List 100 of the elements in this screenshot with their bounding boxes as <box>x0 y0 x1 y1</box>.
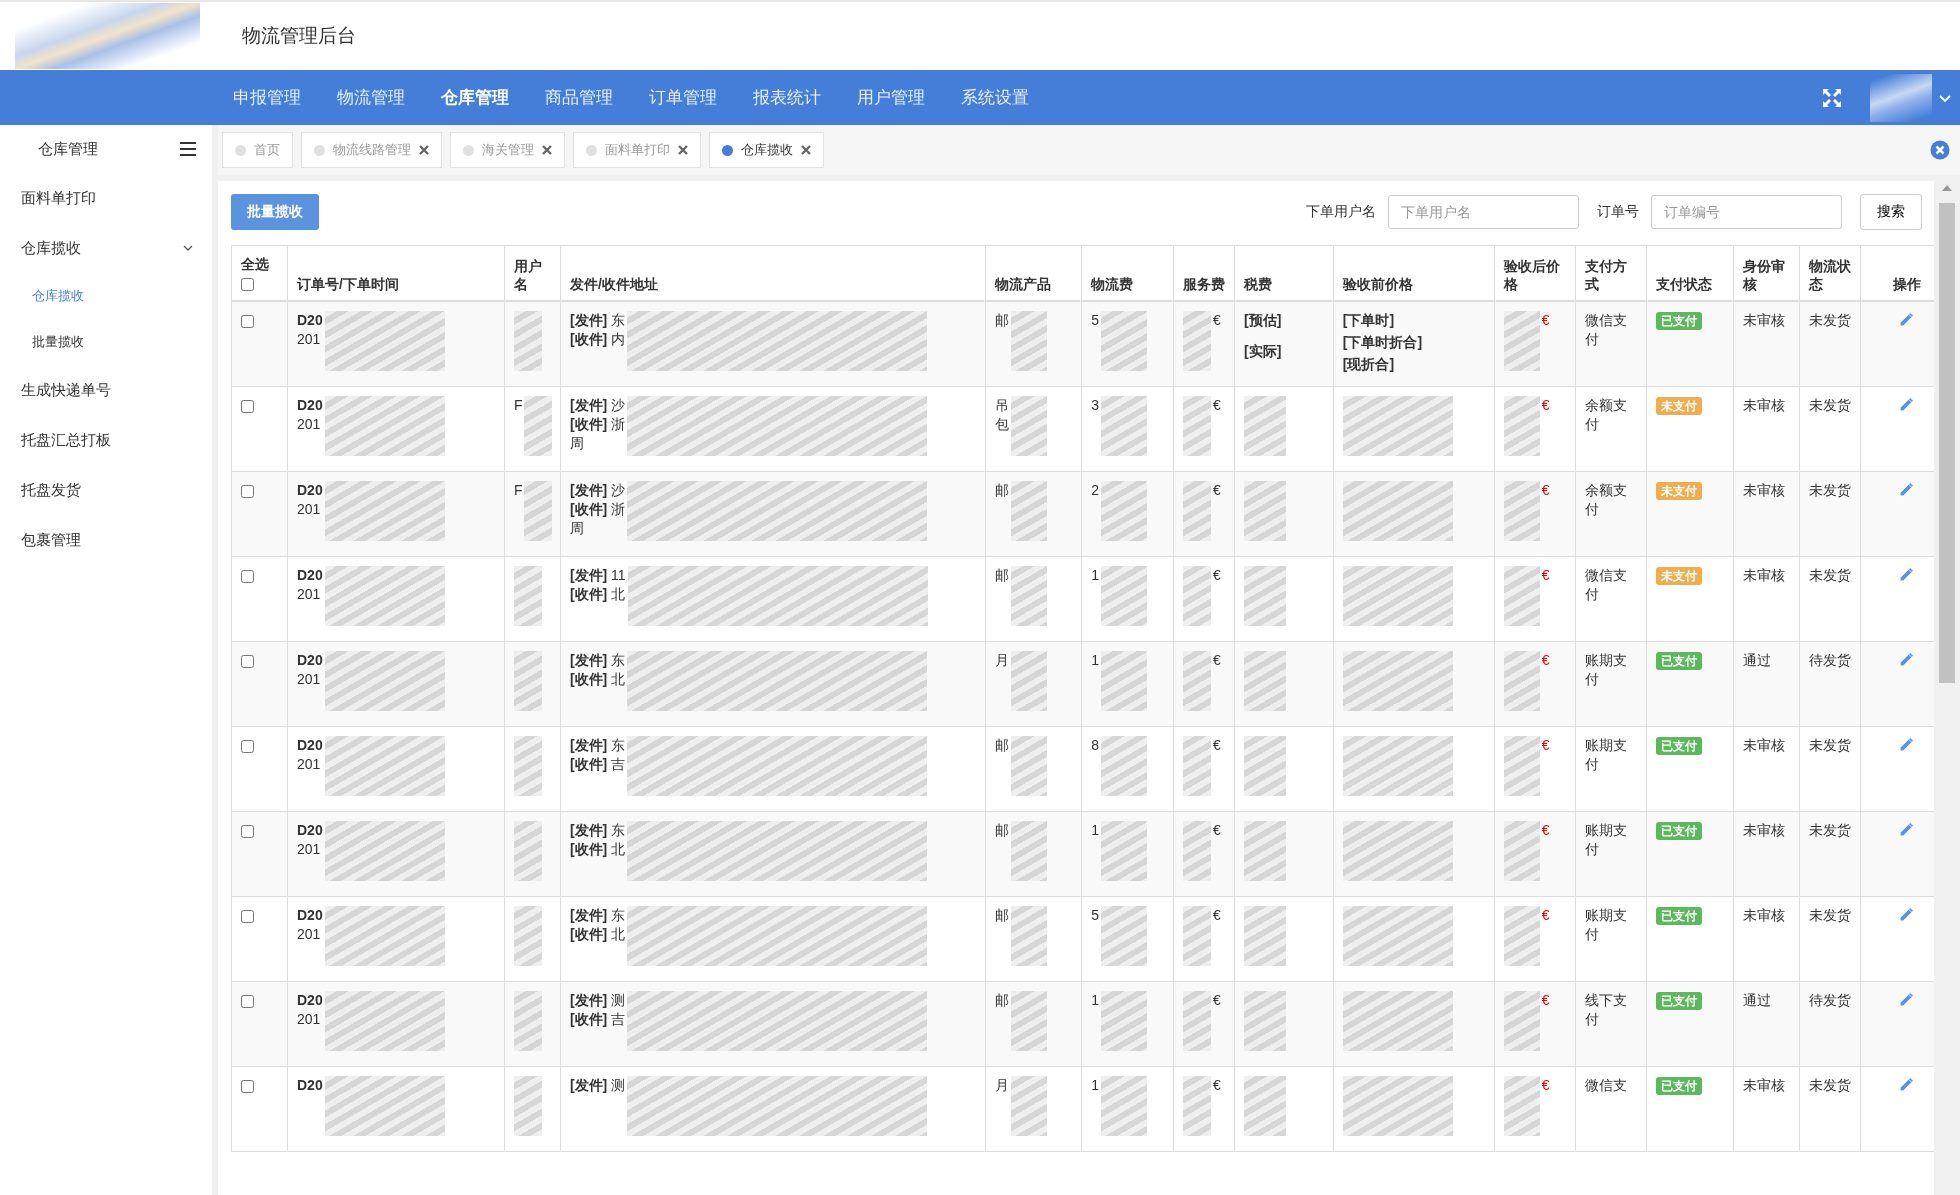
edit-icon[interactable] <box>1898 311 1916 328</box>
sidebar-subitem[interactable]: 批量揽收 <box>32 333 84 351</box>
redacted-block <box>1101 566 1148 626</box>
column-header: 操作 <box>1892 276 1921 292</box>
receiver-address: [收件] 北 <box>569 585 626 604</box>
payment-status: 未支付 <box>1656 397 1703 415</box>
redacted-block <box>1503 906 1540 966</box>
logistics-product: 吊 <box>994 396 1009 415</box>
post-price: € <box>1541 821 1550 840</box>
edit-icon[interactable] <box>1898 991 1916 1008</box>
logistics-fee: 1 <box>1091 821 1100 840</box>
sidebar-item[interactable]: 包裹管理 <box>21 530 81 550</box>
column-header: 验收后价格 <box>1503 258 1560 292</box>
page-tab[interactable]: 物流线路管理 <box>301 132 442 168</box>
logistics-product: 月 <box>994 1076 1009 1095</box>
nav-tab[interactable]: 仓库管理 <box>423 70 527 125</box>
redacted-block <box>1244 1076 1286 1136</box>
column-header: 身份审核 <box>1742 258 1785 292</box>
nav-tab[interactable]: 物流管理 <box>319 70 423 125</box>
redacted-block <box>1101 991 1148 1051</box>
nav-tab[interactable]: 用户管理 <box>839 70 943 125</box>
edit-icon[interactable] <box>1898 821 1916 838</box>
identity-check: 未审核 <box>1742 1077 1785 1093</box>
edit-icon[interactable] <box>1898 1076 1916 1093</box>
row-checkbox[interactable] <box>241 315 254 328</box>
redacted-block <box>1182 736 1211 796</box>
receiver-address: [收件] 浙 <box>569 500 626 519</box>
post-price: € <box>1541 311 1550 330</box>
input-field[interactable]: 订单编号 <box>1651 195 1842 229</box>
redacted-block <box>1244 906 1286 966</box>
redacted-block <box>1244 736 1286 796</box>
page-tab[interactable]: 首页 <box>222 132 293 168</box>
row-checkbox[interactable] <box>241 825 254 838</box>
close-icon[interactable] <box>542 145 552 155</box>
edit-icon[interactable] <box>1898 481 1916 498</box>
sidebar-item[interactable]: 生成快递单号 <box>21 380 111 400</box>
nav-tab[interactable]: 系统设置 <box>943 70 1047 125</box>
page-tab[interactable]: 面料单打印 <box>573 132 701 168</box>
row-checkbox[interactable] <box>241 740 254 753</box>
redacted-block <box>1244 991 1286 1051</box>
menu-icon[interactable] <box>180 142 196 156</box>
payment-status: 已支付 <box>1656 907 1703 925</box>
order-time: 201 <box>297 415 322 434</box>
close-icon[interactable] <box>1930 140 1950 160</box>
redacted-block <box>1010 991 1047 1051</box>
row-checkbox[interactable] <box>241 910 254 923</box>
close-icon[interactable] <box>801 145 811 155</box>
avatar-placeholder[interactable] <box>1870 73 1932 122</box>
edit-icon[interactable] <box>1898 736 1916 753</box>
redacted-block <box>1101 736 1148 796</box>
edit-icon[interactable] <box>1898 651 1916 668</box>
payment-method: 微信支 <box>1585 1077 1628 1093</box>
redacted-block <box>1182 991 1211 1051</box>
user-name: F <box>513 396 523 415</box>
row-checkbox[interactable] <box>241 655 254 668</box>
row-checkbox[interactable] <box>241 485 254 498</box>
field-label: 下单用户名 <box>1306 203 1376 221</box>
sidebar-item[interactable]: 仓库揽收 <box>21 238 81 258</box>
redacted-block <box>1182 1076 1211 1136</box>
select-all-checkbox[interactable] <box>241 278 254 291</box>
row-checkbox[interactable] <box>241 995 254 1008</box>
row-checkbox[interactable] <box>241 1080 254 1093</box>
order-number: D20 <box>297 566 323 585</box>
sidebar-item[interactable]: 面料单打印 <box>21 188 96 208</box>
batch-collect-button[interactable]: 批量揽收 <box>231 194 319 230</box>
edit-icon[interactable] <box>1898 566 1916 583</box>
redacted-block <box>1503 481 1540 541</box>
nav-tab[interactable]: 申报管理 <box>215 70 319 125</box>
logistics-product: 邮 <box>994 566 1009 585</box>
redacted-block <box>524 481 553 541</box>
page-tab[interactable]: 仓库揽收 <box>709 132 824 168</box>
close-icon[interactable] <box>678 145 688 155</box>
search-button[interactable]: 搜索 <box>1860 194 1922 230</box>
logistics-status: 未发货 <box>1809 397 1852 413</box>
fullscreen-icon[interactable] <box>1822 87 1842 108</box>
close-icon[interactable] <box>419 145 429 155</box>
nav-tab[interactable]: 报表统计 <box>735 70 839 125</box>
nav-tab[interactable]: 商品管理 <box>527 70 631 125</box>
nav-tab[interactable]: 订单管理 <box>631 70 735 125</box>
row-checkbox[interactable] <box>241 570 254 583</box>
input-field[interactable]: 下单用户名 <box>1388 195 1579 229</box>
row-checkbox[interactable] <box>241 400 254 413</box>
identity-check: 未审核 <box>1742 312 1785 328</box>
edit-icon[interactable] <box>1898 396 1916 413</box>
tax-label: [实际] <box>1244 342 1283 361</box>
service-fee: € <box>1212 566 1221 585</box>
sidebar-item[interactable]: 托盘发货 <box>21 480 81 500</box>
payment-method: 余额支付 <box>1585 482 1628 517</box>
tax-label: [预估] <box>1244 311 1283 330</box>
sender-address: [发件] 东 <box>569 736 626 755</box>
page-tab[interactable]: 海关管理 <box>450 132 565 168</box>
redacted-block <box>1010 736 1047 796</box>
order-number: D20 <box>297 651 323 670</box>
logistics-status: 待发货 <box>1809 652 1852 668</box>
identity-check: 未审核 <box>1742 397 1785 413</box>
field-label: 订单号 <box>1597 203 1639 221</box>
edit-icon[interactable] <box>1898 906 1916 923</box>
sidebar-item[interactable]: 托盘汇总打板 <box>21 430 111 450</box>
sidebar-subitem[interactable]: 仓库揽收 <box>32 287 84 305</box>
identity-check: 通过 <box>1742 992 1771 1008</box>
